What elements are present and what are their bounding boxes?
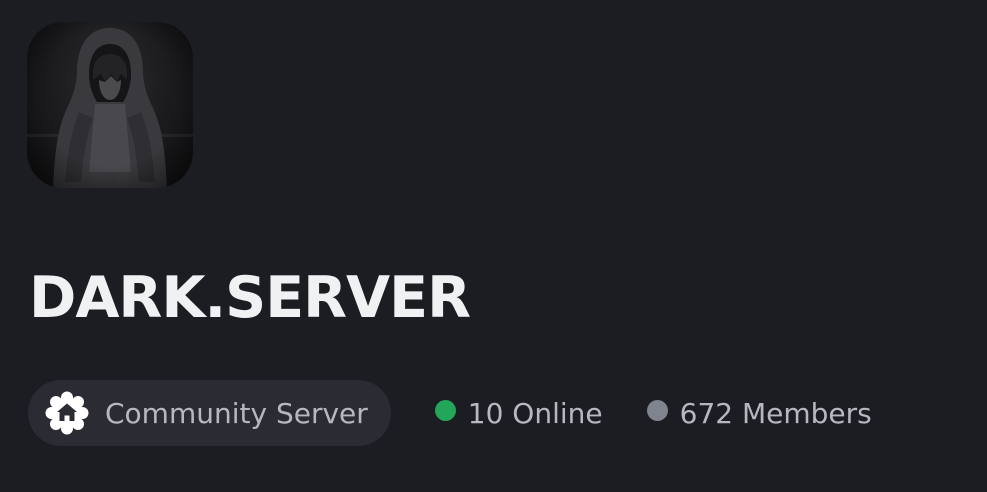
community-server-label: Community Server bbox=[105, 396, 368, 430]
online-count: 10 Online bbox=[434, 396, 603, 430]
community-server-badge[interactable]: Community Server bbox=[28, 380, 391, 446]
server-name: DARK.SERVER bbox=[29, 265, 471, 331]
hooded-figure-avatar-image bbox=[27, 22, 193, 188]
server-info-row: Community Server 10 Online 672 Members bbox=[28, 380, 872, 446]
online-count-text: 10 Online bbox=[467, 396, 603, 430]
members-dot-icon bbox=[646, 399, 668, 421]
member-count: 672 Members bbox=[646, 396, 872, 430]
member-count-text: 672 Members bbox=[679, 396, 872, 430]
online-status-dot-icon bbox=[434, 399, 456, 421]
server-icon[interactable] bbox=[27, 22, 193, 188]
community-home-badge-icon bbox=[44, 390, 90, 436]
